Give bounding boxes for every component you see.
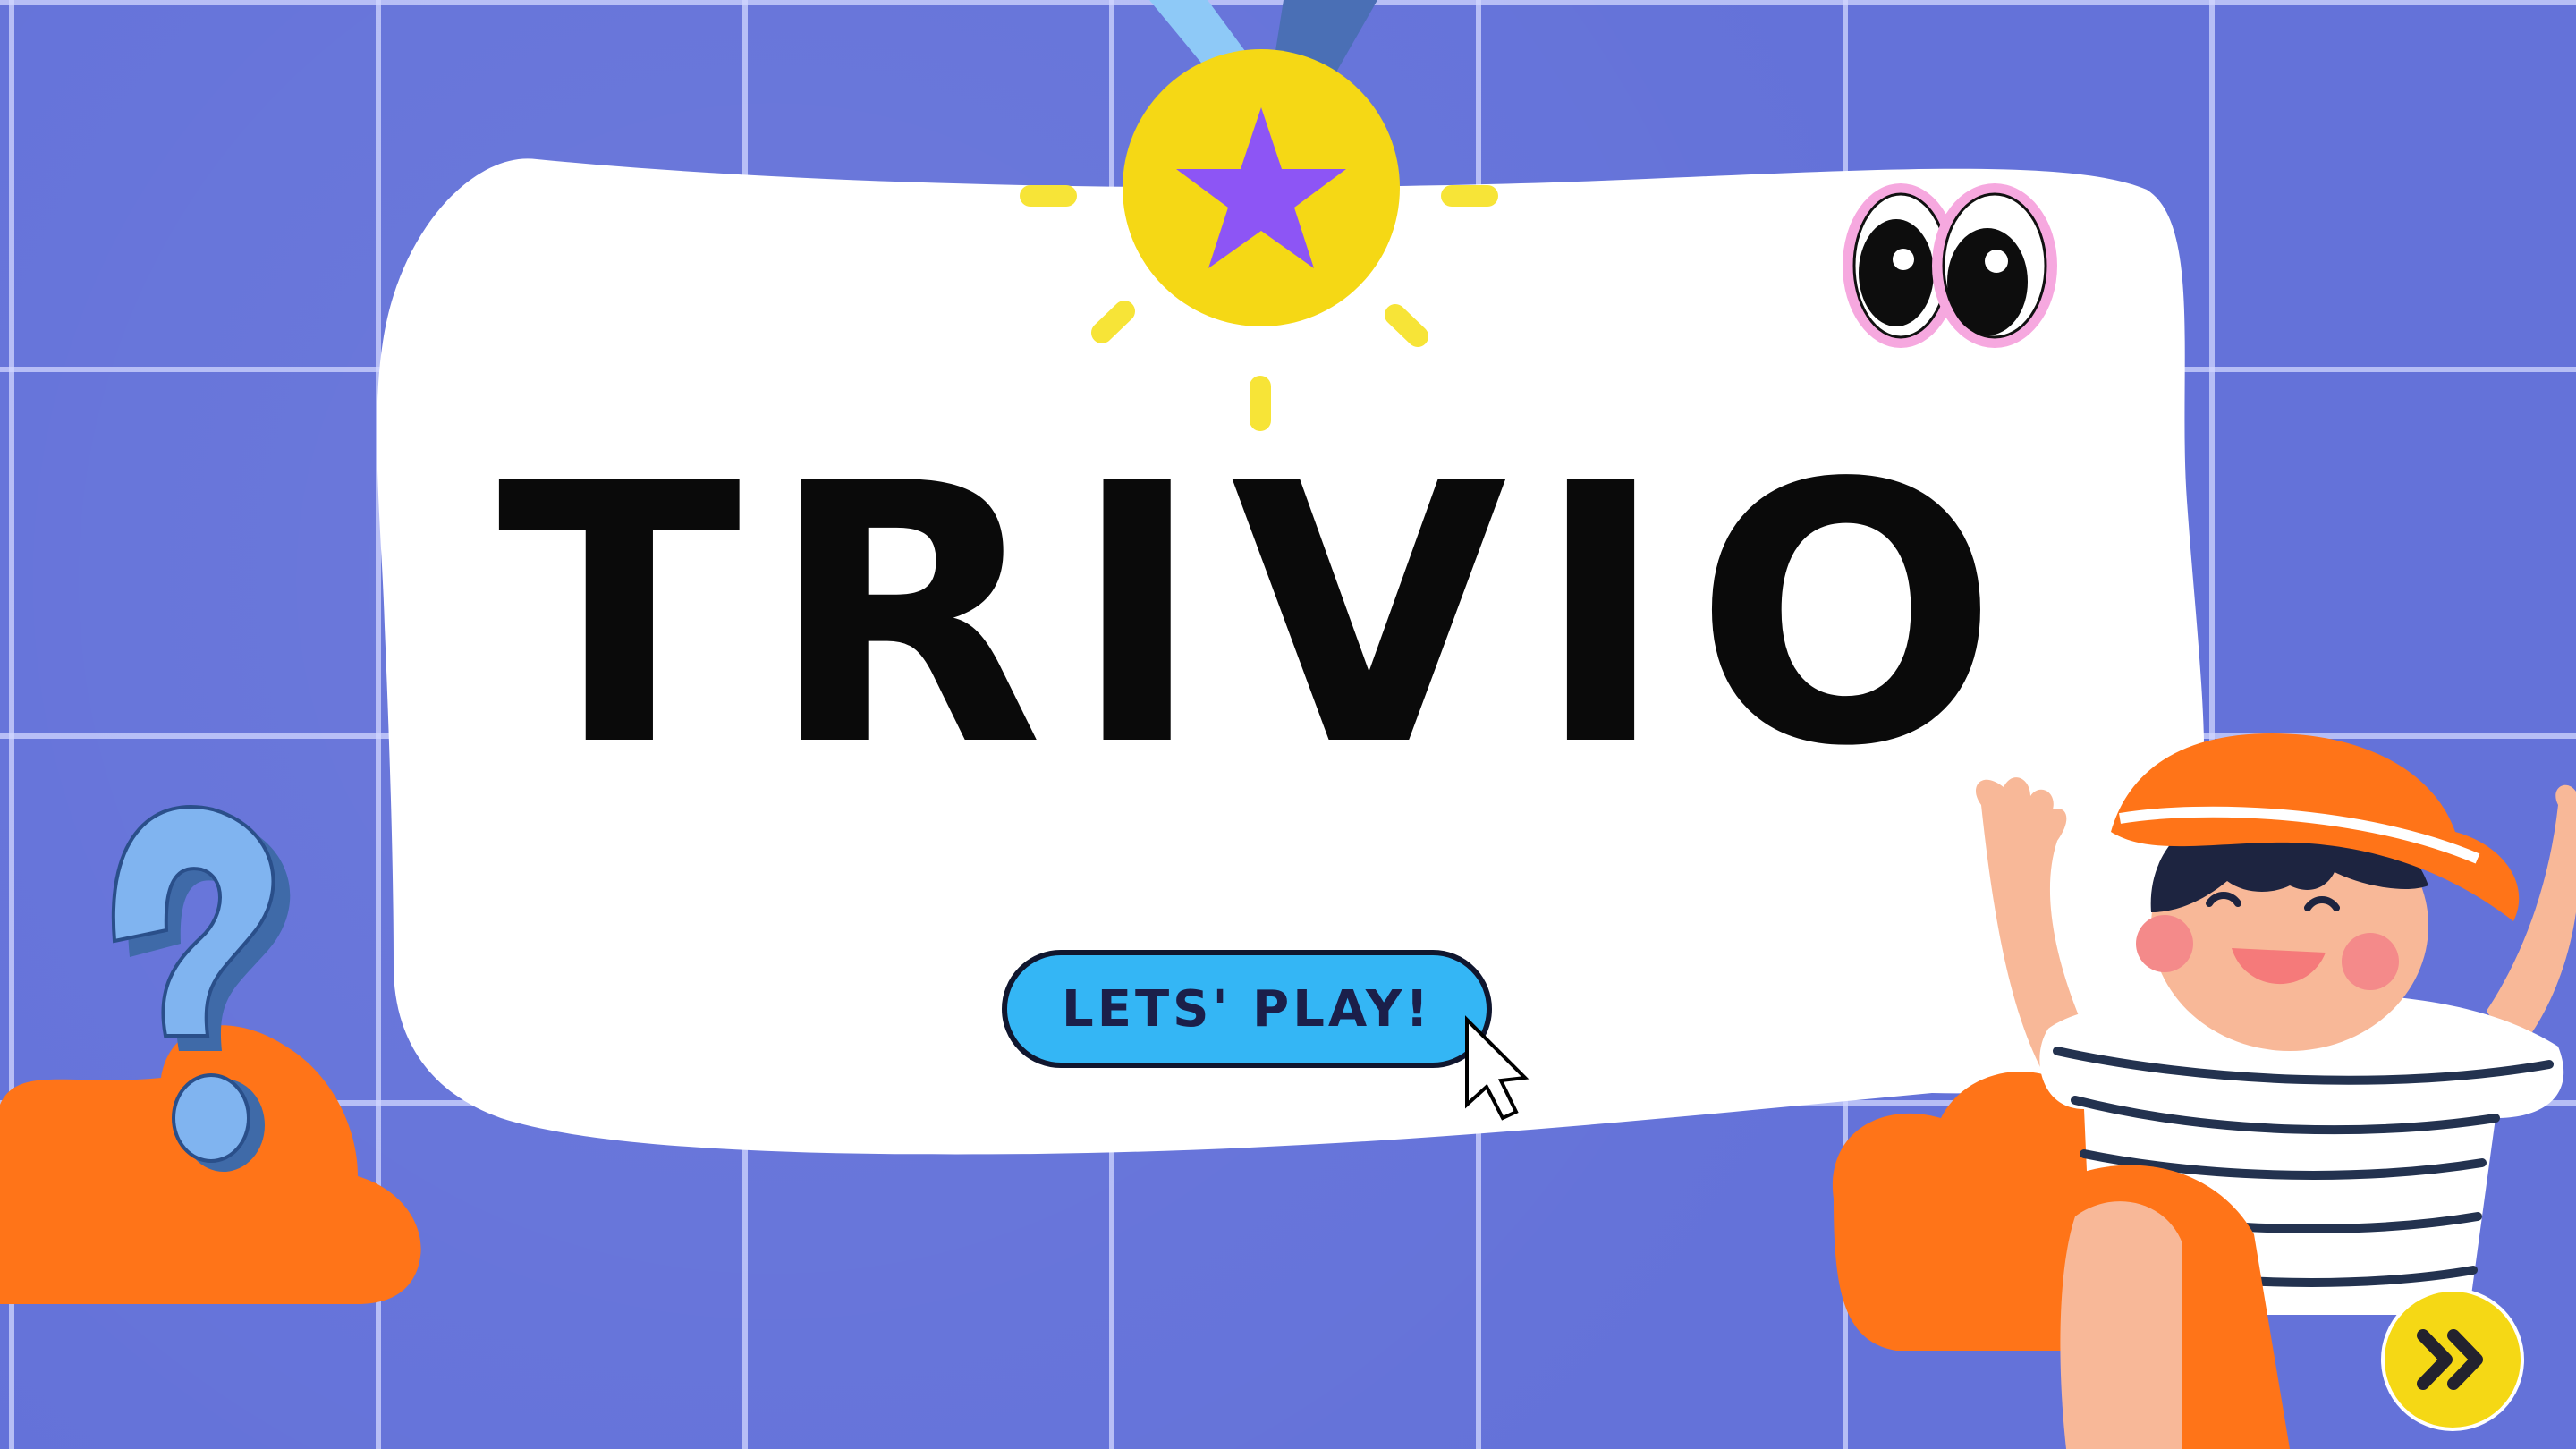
slide-canvas: TRIVIO LETS' PLAY! bbox=[0, 0, 2576, 1449]
double-chevron-right-icon bbox=[2417, 1329, 2483, 1390]
mouse-pointer-icon bbox=[1465, 1015, 1530, 1121]
next-slide-button[interactable] bbox=[2381, 1288, 2524, 1431]
